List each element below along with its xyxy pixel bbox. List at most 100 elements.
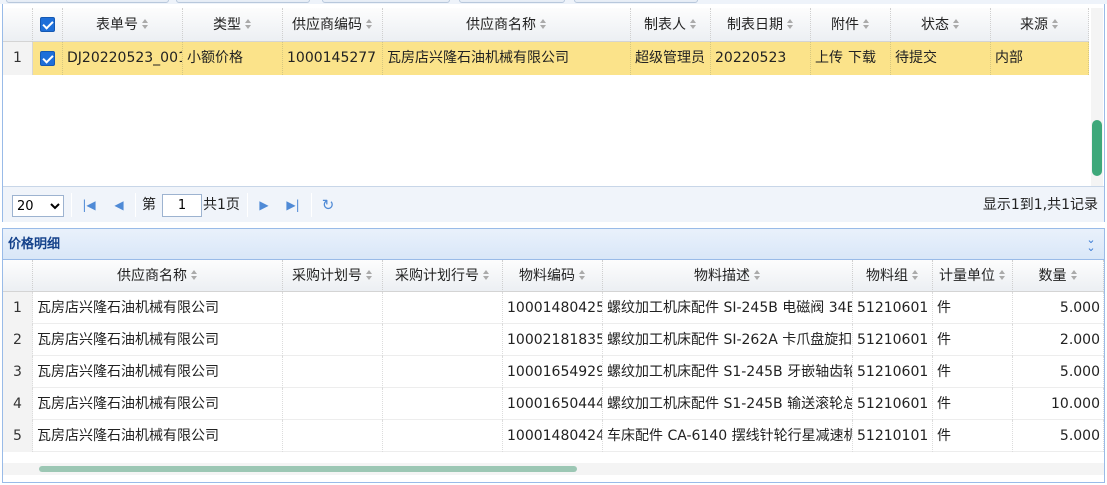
toolbar-button[interactable]	[176, 0, 310, 3]
form-list-panel: 表单号 类型 供应商编码 供应商名称 制表人 制表日期 附件 状态 来源 1 D…	[2, 4, 1105, 222]
header-date[interactable]: 制表日期	[711, 8, 811, 42]
supplier-cell: 瓦房店兴隆石油机械有限公司	[33, 356, 283, 388]
header-unit[interactable]: 计量单位	[933, 260, 1013, 292]
page-number-input[interactable]	[162, 194, 202, 217]
vertical-scrollbar[interactable]	[1091, 8, 1103, 188]
toolbar-button[interactable]	[574, 0, 698, 3]
sort-icon[interactable]	[754, 269, 761, 281]
download-link[interactable]: 下载	[848, 50, 876, 66]
supplier-cell: 瓦房店兴隆石油机械有限公司	[33, 292, 283, 324]
header-status[interactable]: 状态	[891, 8, 991, 42]
sort-icon[interactable]	[142, 18, 149, 30]
header-attachment[interactable]: 附件	[811, 8, 891, 42]
form-grid-header: 表单号 类型 供应商编码 供应商名称 制表人 制表日期 附件 状态 来源	[3, 8, 1089, 42]
header-form-no[interactable]: 表单号	[63, 8, 183, 42]
plan-line-cell	[383, 420, 503, 452]
toolbar-button[interactable]	[322, 0, 450, 3]
plan-no-cell	[283, 388, 383, 420]
sort-icon[interactable]	[863, 18, 870, 30]
horizontal-scrollbar[interactable]	[3, 463, 1104, 475]
sort-icon[interactable]	[953, 18, 960, 30]
checkbox-checked-icon[interactable]	[40, 17, 55, 32]
material-code-cell: 10001480424	[503, 420, 603, 452]
unit-cell: 件	[933, 356, 1013, 388]
header-quantity[interactable]: 数量	[1013, 260, 1104, 292]
sort-icon[interactable]	[1052, 18, 1059, 30]
row-select[interactable]	[33, 42, 63, 75]
collapse-icon[interactable]: ⌄ ⌄	[1084, 234, 1098, 253]
material-desc-cell: 螺纹加工机床配件 S1-245B 牙嵌轴齿轮	[603, 356, 853, 388]
sort-icon[interactable]	[483, 269, 490, 281]
detail-grid-header: 供应商名称 采购计划号 采购计划行号 物料编码 物料描述 物料组 计量单位 数量	[3, 260, 1104, 292]
header-supplier-name[interactable]: 供应商名称	[383, 8, 631, 42]
header-creator[interactable]: 制表人	[631, 8, 711, 42]
upload-link[interactable]: 上传	[815, 50, 843, 66]
row-number: 5	[3, 420, 33, 452]
sort-icon[interactable]	[191, 269, 198, 281]
header-source[interactable]: 来源	[991, 8, 1089, 42]
plan-no-cell	[283, 292, 383, 324]
plan-line-cell	[383, 292, 503, 324]
unit-cell: 件	[933, 324, 1013, 356]
panel-title: 价格明细	[8, 237, 61, 252]
header-plan-no[interactable]: 采购计划号	[283, 260, 383, 292]
toolbar-button[interactable]	[6, 0, 169, 3]
record-count-info: 显示1到1,共1记录	[982, 197, 1098, 213]
header-material-group[interactable]: 物料组	[853, 260, 933, 292]
sort-icon[interactable]	[245, 18, 252, 30]
pagination-bar: 20 |◀ ◀ 第 共1页 ▶ ▶| ↻ 显示1到1,共1记录	[3, 186, 1104, 222]
sort-icon[interactable]	[690, 18, 697, 30]
date-cell: 20220523	[711, 42, 811, 75]
table-row[interactable]: 4 瓦房店兴隆石油机械有限公司 10001650444 螺纹加工机床配件 S1-…	[3, 388, 1104, 420]
quantity-cell: 5.000	[1013, 420, 1104, 452]
header-select-all[interactable]	[33, 8, 63, 42]
sort-icon[interactable]	[999, 269, 1006, 281]
prev-page-icon[interactable]: ◀	[111, 196, 127, 214]
status-cell: 待提交	[891, 42, 991, 75]
first-page-icon[interactable]: |◀	[81, 196, 97, 214]
material-desc-cell: 车床配件 CA-6140 摆线针轮行星减速机	[603, 420, 853, 452]
plan-no-cell	[283, 324, 383, 356]
table-row[interactable]: 1 DJ20220523_001 小额价格 1000145277 瓦房店兴隆石油…	[3, 42, 1089, 75]
scrollbar-thumb[interactable]	[1092, 120, 1102, 176]
form-no-cell: DJ20220523_001	[63, 42, 183, 75]
next-page-icon[interactable]: ▶	[256, 196, 272, 214]
page-size-select[interactable]: 20	[12, 195, 64, 217]
material-group-cell: 51210601	[853, 292, 933, 324]
quantity-cell: 2.000	[1013, 324, 1104, 356]
page-total-label: 共1页	[203, 197, 240, 213]
header-plan-line[interactable]: 采购计划行号	[383, 260, 503, 292]
plan-line-cell	[383, 356, 503, 388]
table-row[interactable]: 5 瓦房店兴隆石油机械有限公司 10001480424 车床配件 CA-6140…	[3, 420, 1104, 452]
table-row[interactable]: 3 瓦房店兴隆石油机械有限公司 10001654929 螺纹加工机床配件 S1-…	[3, 356, 1104, 388]
header-supplier-code[interactable]: 供应商编码	[283, 8, 383, 42]
sort-icon[interactable]	[366, 269, 373, 281]
row-number: 3	[3, 356, 33, 388]
supplier-name-cell: 瓦房店兴隆石油机械有限公司	[383, 42, 631, 75]
sort-icon[interactable]	[366, 18, 373, 30]
header-supplier-name[interactable]: 供应商名称	[33, 260, 283, 292]
sort-icon[interactable]	[579, 269, 586, 281]
sort-icon[interactable]	[912, 269, 919, 281]
sort-icon[interactable]	[787, 18, 794, 30]
pager-divider	[247, 193, 248, 217]
header-type[interactable]: 类型	[183, 8, 283, 42]
toolbar-button[interactable]	[459, 0, 565, 3]
sort-icon[interactable]	[540, 18, 547, 30]
last-page-icon[interactable]: ▶|	[285, 196, 301, 214]
material-code-cell: 10002181835	[503, 324, 603, 356]
plan-no-cell	[283, 356, 383, 388]
refresh-icon[interactable]: ↻	[320, 196, 336, 214]
supplier-cell: 瓦房店兴隆石油机械有限公司	[33, 388, 283, 420]
row-number: 1	[3, 42, 33, 75]
header-material-desc[interactable]: 物料描述	[603, 260, 853, 292]
table-row[interactable]: 2 瓦房店兴隆石油机械有限公司 10002181835 螺纹加工机床配件 SI-…	[3, 324, 1104, 356]
checkbox-checked-icon[interactable]	[40, 51, 55, 66]
creator-cell: 超级管理员	[631, 42, 711, 75]
header-material-code[interactable]: 物料编码	[503, 260, 603, 292]
scrollbar-thumb[interactable]	[39, 466, 577, 472]
table-row[interactable]: 1 瓦房店兴隆石油机械有限公司 10001480425 螺纹加工机床配件 SI-…	[3, 292, 1104, 324]
type-cell: 小额价格	[183, 42, 283, 75]
row-number: 4	[3, 388, 33, 420]
sort-icon[interactable]	[1070, 269, 1078, 281]
